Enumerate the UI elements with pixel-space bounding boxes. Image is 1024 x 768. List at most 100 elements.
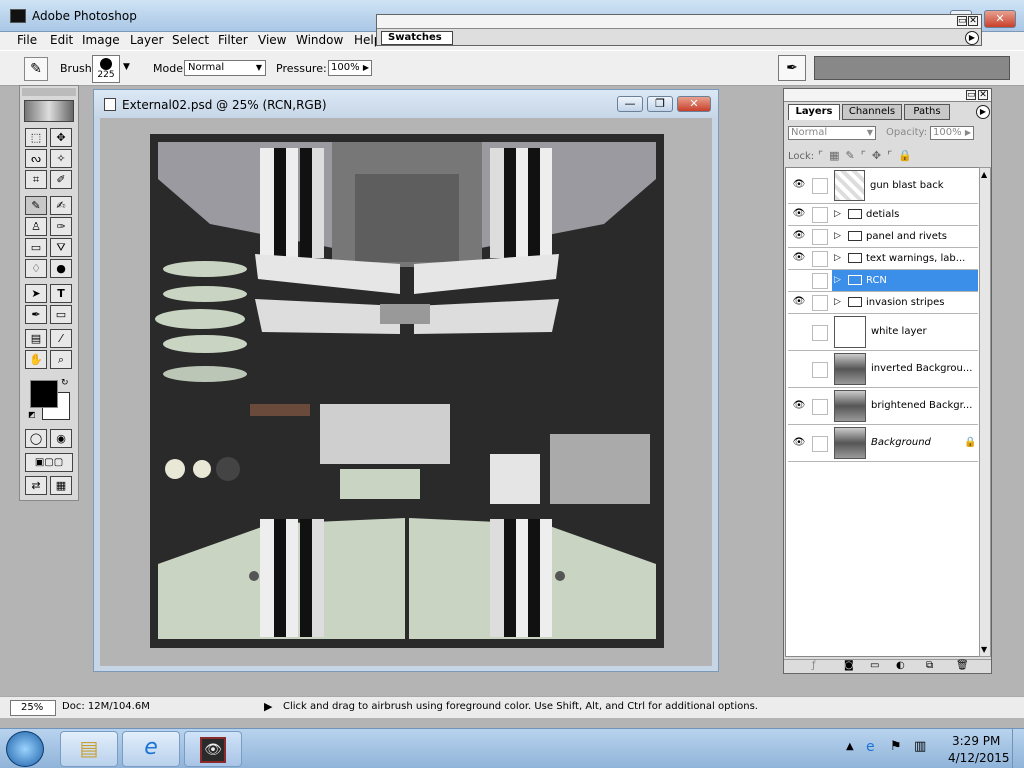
- eye-visible-icon[interactable]: 👁: [792, 296, 806, 310]
- standard-mode-icon[interactable]: ◯: [25, 429, 47, 448]
- eyedropper-tool-icon[interactable]: ⁄: [50, 329, 72, 348]
- move-tool-icon[interactable]: ✥: [50, 128, 72, 147]
- lock-icons[interactable]: ⌜▦✎⌜✥⌜🔒: [818, 149, 918, 162]
- folder-expand-icon[interactable]: ▷: [834, 297, 841, 307]
- tray-ie-icon[interactable]: e: [866, 739, 875, 755]
- eye-visible-icon[interactable]: 👁: [792, 437, 806, 451]
- notes-tool-icon[interactable]: ▤: [25, 329, 47, 348]
- start-button[interactable]: [6, 731, 44, 767]
- new-layer-icon[interactable]: ⧉: [926, 660, 933, 671]
- tray-time[interactable]: 3:29 PM: [952, 734, 1000, 748]
- blend-mode-select[interactable]: Normal ▼: [788, 126, 876, 140]
- hand-tool-icon[interactable]: ✋: [25, 350, 47, 369]
- image-canvas[interactable]: [150, 134, 664, 648]
- layer-link-box[interactable]: [812, 398, 828, 415]
- layer-style-icon[interactable]: ƒ: [812, 660, 816, 671]
- eye-visible-icon[interactable]: 👁: [792, 230, 806, 244]
- history-brush-tool-icon[interactable]: ✑: [50, 217, 72, 236]
- palette-well[interactable]: [814, 56, 1010, 80]
- default-colors-icon[interactable]: ◩: [28, 410, 36, 419]
- folder-expand-icon[interactable]: ▷: [834, 275, 841, 285]
- folder-expand-icon[interactable]: ▷: [834, 231, 841, 241]
- swatches-menu-button[interactable]: ▶: [965, 31, 979, 45]
- tray-date[interactable]: 4/12/2015: [948, 751, 1010, 765]
- crop-tool-icon[interactable]: ⌗: [25, 170, 47, 189]
- delete-layer-icon[interactable]: 🗑: [956, 660, 969, 671]
- tray-show-hidden-icon[interactable]: ▲: [846, 741, 854, 752]
- layer-row[interactable]: ▷ RCN: [788, 270, 978, 292]
- show-desktop-button[interactable]: [1012, 729, 1024, 768]
- blur-tool-icon[interactable]: ♢: [25, 259, 47, 278]
- doc-restore-button[interactable]: ❐: [647, 96, 673, 112]
- menu-select[interactable]: Select: [172, 33, 209, 47]
- layers-palette-close-button[interactable]: ✕: [978, 90, 988, 100]
- tab-swatches[interactable]: Swatches: [381, 31, 453, 45]
- menu-layer[interactable]: Layer: [130, 33, 163, 47]
- new-group-icon[interactable]: ▭: [870, 660, 879, 671]
- zoom-level-input[interactable]: 25%: [10, 700, 56, 716]
- brush-tool-icon[interactable]: ✍: [50, 196, 72, 215]
- layer-row[interactable]: 👁 ▷ panel and rivets: [788, 226, 978, 248]
- clone-stamp-tool-icon[interactable]: ♙: [25, 217, 47, 236]
- ie-taskbar-button[interactable]: e: [122, 731, 180, 767]
- layer-link-box[interactable]: [812, 273, 828, 289]
- layer-link-box[interactable]: [812, 295, 828, 311]
- tab-channels[interactable]: Channels: [842, 104, 902, 120]
- scroll-down-icon[interactable]: ▼: [981, 645, 987, 654]
- status-menu-arrow-icon[interactable]: ▶: [264, 700, 272, 713]
- quick-mask-mode-icon[interactable]: ◉: [50, 429, 72, 448]
- tray-network-icon[interactable]: ▥: [914, 739, 926, 754]
- explorer-taskbar-button[interactable]: ▤: [60, 731, 118, 767]
- close-button[interactable]: ✕: [984, 10, 1016, 28]
- tab-layers[interactable]: Layers: [788, 104, 840, 120]
- eye-hidden-icon[interactable]: [792, 274, 806, 288]
- lasso-tool-icon[interactable]: ᔓ: [25, 149, 47, 168]
- brush-picker[interactable]: 225: [92, 55, 120, 83]
- layer-row[interactable]: 👁 ▷ invasion stripes: [788, 292, 978, 314]
- magic-wand-tool-icon[interactable]: ✧: [50, 149, 72, 168]
- eraser-tool-icon[interactable]: ▭: [25, 238, 47, 257]
- pen-tool-icon[interactable]: ✒: [25, 305, 47, 324]
- swatches-minimize-button[interactable]: ▭: [957, 16, 967, 26]
- doc-minimize-button[interactable]: —: [617, 96, 643, 112]
- foreground-color-swatch[interactable]: [30, 380, 58, 408]
- tray-flag-icon[interactable]: ⚑: [890, 739, 902, 754]
- layer-row[interactable]: 👁 ▷ text warnings, lab...: [788, 248, 978, 270]
- eye-visible-icon[interactable]: 👁: [792, 252, 806, 266]
- paint-bucket-tool-icon[interactable]: ⛛: [50, 238, 72, 257]
- menu-file[interactable]: File: [17, 33, 37, 47]
- swatches-close-button[interactable]: ✕: [968, 16, 978, 26]
- layers-scrollbar[interactable]: ▲ ▼: [979, 167, 991, 657]
- adobe-online-icon[interactable]: [24, 100, 74, 122]
- layers-menu-button[interactable]: ▶: [976, 105, 990, 119]
- adjustment-layer-icon[interactable]: ◐: [896, 660, 905, 671]
- eye-visible-icon[interactable]: 👁: [792, 400, 806, 414]
- jump-to-imageready-icon[interactable]: ⇄: [25, 476, 47, 495]
- layer-row[interactable]: 👁 Background 🔒: [788, 425, 978, 462]
- layer-link-box[interactable]: [812, 251, 828, 267]
- menu-view[interactable]: View: [258, 33, 286, 47]
- menu-filter[interactable]: Filter: [218, 33, 248, 47]
- layer-row[interactable]: 👁 brightened Backgr...: [788, 388, 978, 425]
- type-tool-icon[interactable]: T: [50, 284, 72, 303]
- brush-dropdown-icon[interactable]: ▼: [123, 62, 130, 72]
- eye-visible-icon[interactable]: 👁: [792, 179, 806, 193]
- folder-expand-icon[interactable]: ▷: [834, 209, 841, 219]
- opacity-input[interactable]: 100% ▶: [930, 126, 974, 140]
- swap-colors-icon[interactable]: ↻: [61, 378, 69, 388]
- brush-palette-toggle-icon[interactable]: ✒: [778, 55, 806, 81]
- scroll-up-icon[interactable]: ▲: [981, 170, 987, 179]
- layer-row[interactable]: 👁 gun blast back: [788, 168, 978, 204]
- eye-hidden-icon[interactable]: [792, 326, 806, 340]
- layer-link-box[interactable]: [812, 207, 828, 223]
- add-mask-icon[interactable]: ◙: [844, 660, 854, 671]
- layers-palette-minimize-button[interactable]: ▭: [966, 90, 976, 100]
- menu-window[interactable]: Window: [296, 33, 343, 47]
- folder-expand-icon[interactable]: ▷: [834, 253, 841, 263]
- airbrush-tool-icon[interactable]: ✎: [25, 196, 47, 215]
- layer-row[interactable]: 👁 ▷ detials: [788, 204, 978, 226]
- airbrush-preset-icon[interactable]: ✎: [24, 57, 48, 81]
- screen-mode-icons[interactable]: ▣▢▢: [25, 453, 73, 472]
- mode-select[interactable]: Normal ▼: [184, 60, 266, 76]
- layer-row[interactable]: inverted Backgrou...: [788, 351, 978, 388]
